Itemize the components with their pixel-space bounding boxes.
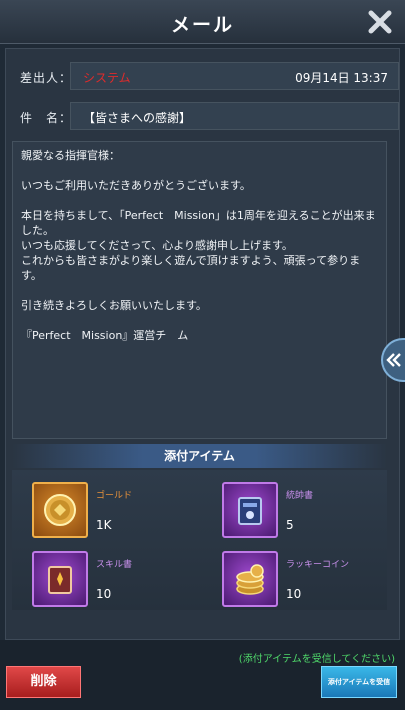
mail-body: 親愛なる指揮官様： いつもご利用いただきありがとうございます。 本日を持ちまして…	[12, 141, 387, 439]
item-name: 統帥書	[286, 491, 314, 501]
title-bar: メール	[0, 0, 405, 44]
mail-date: 09月14日 13:37	[295, 71, 388, 85]
body-line: いつもご利用いただきありがとうございます。	[21, 179, 251, 192]
subject-field: 【皆さまへの感謝】	[70, 102, 399, 130]
gold-coin-icon	[32, 482, 88, 538]
item-name: ラッキーコイン	[286, 560, 350, 570]
attachment-item-skill-book: スキル書 10	[32, 551, 212, 616]
attachments-header: 添付アイテム	[12, 444, 387, 468]
close-x-icon	[368, 10, 392, 34]
close-button[interactable]	[363, 5, 397, 39]
attachment-item-lucky-coins: ラッキーコイン 10	[222, 551, 402, 616]
double-chevron-left-icon	[386, 353, 401, 367]
sender-row: 差出人： システム 09月14日 13:37	[12, 62, 399, 90]
attachment-item-command-book: 統帥書 5	[222, 482, 402, 547]
body-greeting: 親愛なる指揮官様：	[21, 149, 120, 162]
body-line: 本日を持ちまして、「Perfect Mission」は1周年を迎えることが出来ま…	[21, 209, 376, 237]
subject-value: 【皆さまへの感謝】	[83, 111, 192, 125]
footer-bar: (添付アイテムを受信してください) 削除 添付アイテムを受信	[0, 640, 405, 710]
subject-row: 件 名： 【皆さまへの感謝】	[12, 102, 399, 130]
item-name: ゴールド	[96, 491, 133, 501]
command-book-icon	[222, 482, 278, 538]
skill-book-icon	[32, 551, 88, 607]
attachment-item-gold: ゴールド 1K	[32, 482, 212, 547]
receive-attachments-button[interactable]: 添付アイテムを受信	[321, 666, 397, 698]
body-line: いつも応援してくださって、心より感謝申し上げます。	[21, 239, 293, 252]
delete-button[interactable]: 削除	[6, 666, 81, 698]
sender-field: システム 09月14日 13:37	[70, 62, 399, 90]
item-quantity: 10	[286, 587, 302, 601]
item-quantity: 5	[286, 518, 294, 532]
body-line: 引き続きよろしくお願いいたします。	[21, 299, 207, 312]
sender-value: システム	[83, 71, 131, 85]
lucky-coins-icon	[222, 551, 278, 607]
body-signature: 『Perfect Mission』運営チ ム	[21, 329, 189, 342]
item-quantity: 10	[96, 587, 112, 601]
item-quantity: 1K	[96, 518, 112, 532]
subject-label: 件 名：	[20, 111, 73, 125]
item-name: スキル書	[96, 560, 133, 570]
body-line: これからも皆さまがより楽しく遊んで頂けますよう、頑張って参ります。	[21, 254, 361, 282]
sender-label: 差出人：	[20, 71, 73, 85]
page-title: メール	[170, 14, 234, 36]
receive-hint: (添付アイテムを受信してください)	[238, 654, 395, 665]
